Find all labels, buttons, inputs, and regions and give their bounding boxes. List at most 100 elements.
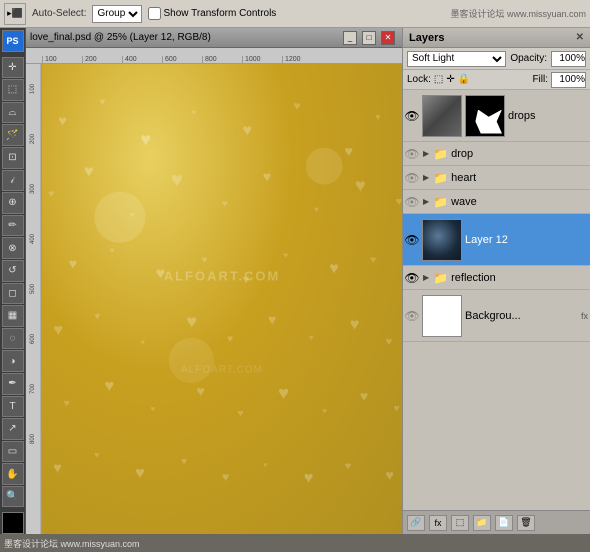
move-tool-btn[interactable]: ▸⬛ [4, 3, 26, 25]
layer-item[interactable]: 👁 drops [403, 90, 590, 142]
svg-text:♥: ♥ [355, 175, 366, 196]
brush-tool[interactable]: ✏ [2, 215, 24, 237]
layer-visibility-heart[interactable]: 👁 [405, 171, 419, 185]
eye-icon-layer12[interactable]: 👁 [404, 233, 419, 247]
transform-checkbox-label[interactable]: Show Transform Controls [148, 7, 276, 20]
eye-icon-drop[interactable]: 👁 [404, 147, 419, 161]
layer-visibility-drop[interactable]: 👁 [405, 147, 419, 161]
eye-icon-wave[interactable]: 👁 [404, 195, 419, 209]
group-select[interactable]: Group [92, 5, 142, 23]
magic-wand-tool[interactable]: 🪄 [2, 124, 24, 146]
layer-visibility-bg[interactable]: 👁 [405, 309, 419, 323]
ruler-mark-3: 600 [162, 56, 202, 63]
crop-tool[interactable]: ⊡ [2, 147, 24, 169]
layer-item[interactable]: 👁 ▶ 📁 wave [403, 190, 590, 214]
pen-tool[interactable]: ✒ [2, 373, 24, 395]
lock-all-icon[interactable]: 🔒 [458, 74, 470, 85]
delete-layer-btn[interactable]: 🗑 [517, 515, 535, 531]
layers-panel-header: Layers ✕ [403, 28, 590, 48]
foreground-color[interactable] [2, 512, 24, 534]
shape-tool[interactable]: ▭ [2, 441, 24, 463]
ruler-mark-5: 1000 [242, 56, 282, 63]
layer-item[interactable]: 👁 ▶ 📁 heart [403, 166, 590, 190]
new-layer-btn[interactable]: 📄 [495, 515, 513, 531]
canvas-image[interactable]: ♥ ♥ ♥ ♥ ♥ ♥ ♥ ♥ ♥ ♥ ♥ ♥ ♥ ♥ ♥ ♥ ♥ [42, 64, 402, 534]
window-close-btn[interactable]: ✕ [381, 31, 395, 45]
layer-item[interactable]: 👁 ▶ 📁 drop [403, 142, 590, 166]
svg-text:♥: ♥ [196, 384, 205, 400]
svg-text:♥: ♥ [322, 406, 327, 415]
blend-mode-select[interactable]: Soft Light [407, 51, 506, 67]
panel-close-btn[interactable]: ✕ [576, 32, 584, 43]
add-mask-btn[interactable]: ⬚ [451, 515, 469, 531]
layer-visibility-drops[interactable]: 👁 [405, 109, 419, 123]
path-tool[interactable]: ↗ [2, 418, 24, 440]
add-fx-btn[interactable]: fx [429, 515, 447, 531]
layer-item-active[interactable]: 👁 Layer 12 [403, 214, 590, 266]
opacity-input[interactable] [551, 51, 586, 67]
marquee-tool[interactable]: ⬚ [2, 79, 24, 101]
window-maximize-btn[interactable]: □ [362, 31, 376, 45]
gradient-tool[interactable]: ▦ [2, 305, 24, 327]
svg-text:♥: ♥ [227, 334, 233, 345]
eye-icon-bg[interactable]: 👁 [404, 309, 419, 323]
layer-visibility-wave[interactable]: 👁 [405, 195, 419, 209]
window-minimize-btn[interactable]: _ [343, 31, 357, 45]
folder-arrow-heart[interactable]: ▶ [423, 173, 429, 182]
eye-icon-heart[interactable]: 👁 [404, 171, 419, 185]
svg-text:400: 400 [30, 233, 36, 244]
ruler-left: 100 200 300 400 500 600 700 800 [26, 64, 42, 534]
svg-text:♥: ♥ [350, 316, 360, 334]
left-toolbar: PS ✛ ⬚ ⌓ 🪄 ⊡ 𝒾 ⊕ ✏ ⊗ ↺ ◻ ▦ ◌ ◑ ✒ T ↗ ▭ ✋… [0, 28, 26, 534]
transform-checkbox[interactable] [148, 7, 161, 20]
status-brand: 墨客设计论坛 www.missyuan.com [4, 537, 140, 550]
move-tool[interactable]: ✛ [2, 57, 24, 79]
eyedropper-tool[interactable]: 𝒾 [2, 170, 24, 192]
svg-text:300: 300 [30, 183, 36, 194]
svg-text:♥: ♥ [268, 313, 277, 329]
layer-visibility-layer12[interactable]: 👁 [405, 233, 419, 247]
svg-text:♥: ♥ [69, 256, 78, 272]
folder-arrow-reflection[interactable]: ▶ [423, 273, 429, 282]
lock-move-icon[interactable]: ✛ [446, 74, 454, 85]
layer-item[interactable]: 👁 Backgrou... fx [403, 290, 590, 342]
folder-icon-heart: 📁 [433, 171, 448, 185]
folder-arrow-wave[interactable]: ▶ [423, 197, 429, 206]
zoom-tool[interactable]: 🔍 [2, 486, 24, 508]
hearts-overlay: ♥ ♥ ♥ ♥ ♥ ♥ ♥ ♥ ♥ ♥ ♥ ♥ ♥ ♥ ♥ ♥ ♥ [42, 64, 402, 534]
svg-text:100: 100 [30, 83, 36, 94]
svg-text:♥: ♥ [294, 99, 301, 113]
lock-pixel-icon[interactable]: ⬚ [434, 74, 443, 85]
blur-tool[interactable]: ◌ [2, 328, 24, 350]
layer-item[interactable]: 👁 ▶ 📁 reflection [403, 266, 590, 290]
folder-arrow-drop[interactable]: ▶ [423, 149, 429, 158]
new-group-btn[interactable]: 📁 [473, 515, 491, 531]
eye-icon-reflection[interactable]: 👁 [404, 271, 419, 285]
svg-text:♥: ♥ [130, 210, 135, 219]
svg-text:♥: ♥ [304, 469, 314, 487]
history-brush[interactable]: ↺ [2, 260, 24, 282]
fill-label: Fill: [532, 74, 548, 85]
lock-label: Lock: [407, 74, 431, 85]
layer-visibility-reflection[interactable]: 👁 [405, 271, 419, 285]
svg-text:♥: ♥ [171, 170, 183, 192]
eraser-tool[interactable]: ◻ [2, 283, 24, 305]
layer-thumb-layer12 [422, 219, 462, 261]
layer-fx-icon[interactable]: fx [581, 311, 588, 321]
layers-list: 👁 drops 👁 ▶ 📁 drop [403, 90, 590, 510]
link-layers-btn[interactable]: 🔗 [407, 515, 425, 531]
layers-blend-row: Soft Light Opacity: [403, 48, 590, 70]
dodge-tool[interactable]: ◑ [2, 350, 24, 372]
ruler-mark-2: 400 [122, 56, 162, 63]
svg-text:♥: ♥ [140, 338, 145, 347]
fill-input[interactable] [551, 72, 586, 88]
type-tool[interactable]: T [2, 396, 24, 418]
lasso-tool[interactable]: ⌓ [2, 102, 24, 124]
canvas-watermark2: ALFOART.COM [181, 364, 263, 375]
heal-tool[interactable]: ⊕ [2, 192, 24, 214]
hand-tool[interactable]: ✋ [2, 463, 24, 485]
clone-tool[interactable]: ⊗ [2, 237, 24, 259]
eye-icon-drops[interactable]: 👁 [404, 109, 419, 123]
svg-text:♥: ♥ [59, 113, 68, 129]
layers-panel: Layers ✕ Soft Light Opacity: Lock: ⬚ ✛ 🔒… [402, 28, 590, 534]
